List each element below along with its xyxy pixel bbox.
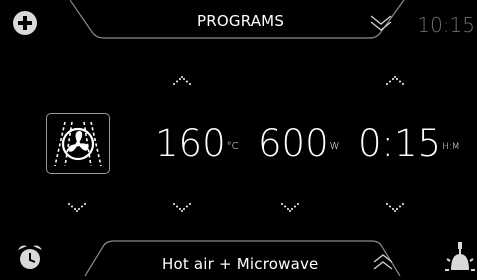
dotted-chevron-down-icon — [386, 203, 404, 212]
fan-mode-button[interactable] — [46, 113, 110, 174]
power-unit: W — [329, 141, 340, 152]
programs-title: PROGRAMS — [197, 12, 285, 30]
clock: 10:15 — [417, 13, 475, 37]
fan-mode-decrease-button[interactable] — [67, 202, 87, 214]
duration-value[interactable]: 0:15H:M — [358, 122, 460, 166]
chevron-double-down-icon[interactable] — [369, 14, 393, 32]
dotted-chevron-down-icon — [173, 203, 191, 212]
mode-label: Hot air + Microwave — [162, 255, 319, 273]
alarm-button[interactable] — [16, 243, 44, 275]
power-decrease-button[interactable] — [280, 202, 300, 214]
oven-light-button[interactable] — [443, 240, 477, 280]
temperature-increase-button[interactable] — [172, 74, 192, 86]
programs-tab[interactable]: PROGRAMS — [70, 0, 406, 40]
temperature-unit: °C — [226, 141, 239, 152]
fan-hot-air-icon — [54, 121, 102, 167]
temperature-decrease-button[interactable] — [172, 202, 192, 214]
power-value[interactable]: 600W — [258, 122, 340, 166]
duration-unit: H:M — [442, 142, 460, 152]
power-number: 600 — [258, 122, 329, 165]
oven-light-icon — [445, 242, 475, 271]
duration-increase-button[interactable] — [385, 74, 405, 86]
temperature-value[interactable]: 160°C — [155, 122, 239, 166]
dotted-chevron-up-icon — [173, 76, 191, 85]
temperature-number: 160 — [155, 122, 226, 165]
duration-decrease-button[interactable] — [385, 202, 405, 214]
chevron-double-up-icon[interactable] — [372, 253, 394, 271]
add-button[interactable] — [13, 11, 37, 35]
mode-tab[interactable]: Hot air + Microwave — [84, 240, 401, 276]
dotted-chevron-down-icon — [281, 203, 299, 212]
dotted-chevron-down-icon — [68, 203, 86, 212]
duration-number: 0:15 — [358, 122, 442, 165]
alarm-clock-icon — [18, 245, 42, 269]
plus-icon — [18, 16, 32, 30]
dotted-chevron-up-icon — [386, 76, 404, 85]
